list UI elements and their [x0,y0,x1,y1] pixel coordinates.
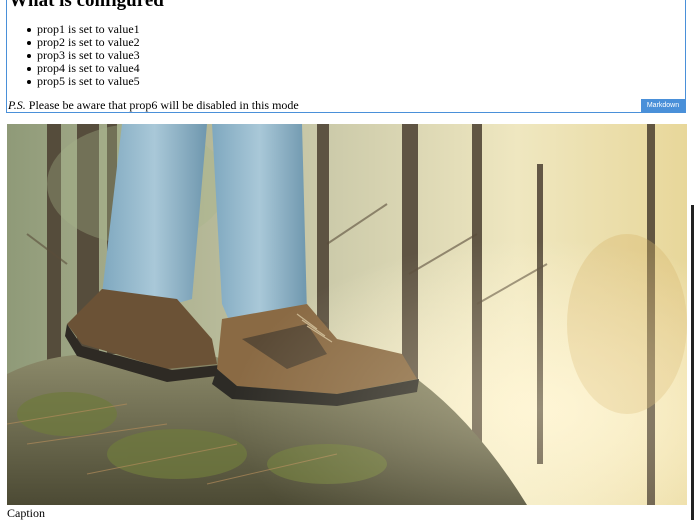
hero-image [7,124,687,505]
ps-text: Please be aware that prop6 will be disab… [25,98,299,112]
image-caption: Caption [7,506,45,520]
ps-note: P.S. Please be aware that prop6 will be … [8,99,299,112]
markdown-title: What is configured [9,0,164,11]
photo-hiking-boots-icon [7,124,687,505]
list-item: prop5 is set to value5 [27,74,140,88]
markdown-block: What is configured prop1 is set to value… [6,0,686,113]
markdown-badge-button[interactable]: Markdown [641,99,685,112]
config-list: prop1 is set to value1 prop2 is set to v… [7,23,140,88]
ps-prefix: P.S. [8,98,26,112]
page: What is configured prop1 is set to value… [0,0,694,520]
